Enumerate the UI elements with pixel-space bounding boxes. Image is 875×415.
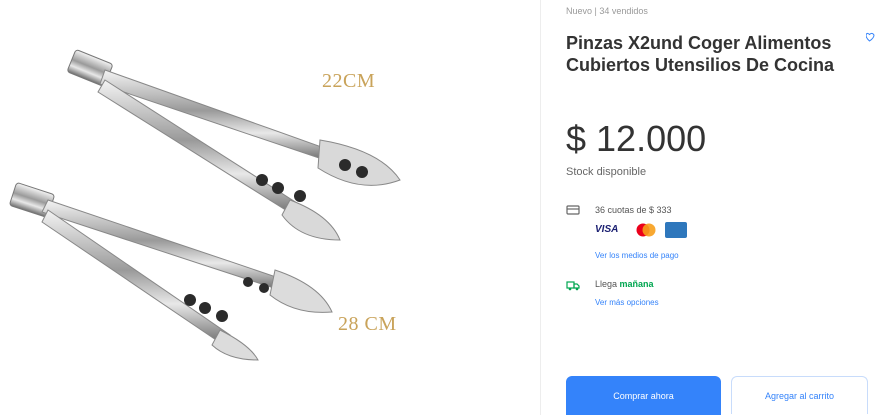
installments-text: 36 cuotas de $ 333 — [595, 205, 672, 215]
payment-methods-link[interactable]: Ver los medios de pago — [595, 251, 679, 260]
visa-logo: VISA — [595, 224, 619, 235]
product-price: $ 12.000 — [566, 118, 707, 159]
heart-icon[interactable] — [866, 32, 875, 44]
product-info-panel: Nuevo | 34 vendidos Pinzas X2und Coger A… — [566, 0, 868, 415]
buy-now-button[interactable]: Comprar ahora — [566, 376, 721, 415]
mastercard-logo — [636, 223, 656, 237]
arrival-prefix: Llega — [595, 279, 618, 289]
size-label-22cm: 22CM — [322, 70, 376, 92]
tongs-image — [9, 49, 401, 361]
add-to-cart-button[interactable]: Agregar al carrito — [731, 376, 868, 414]
stock-status: Stock disponible — [566, 166, 647, 178]
column-divider — [540, 0, 541, 415]
shipping-options-link[interactable]: Ver más opciones — [595, 298, 659, 307]
product-title: Pinzas X2und Coger Alimentos Cubiertos U… — [566, 33, 835, 75]
truck-icon — [566, 281, 580, 291]
arrival-info: Llega mañana — [595, 279, 654, 289]
arrival-day: mañana — [619, 279, 654, 289]
product-image[interactable]: 22CM 28 CM — [0, 0, 540, 415]
credit-card-icon — [566, 205, 580, 215]
amex-logo — [665, 222, 687, 238]
size-label-28cm: 28 CM — [338, 313, 397, 335]
condition-sold-count: Nuevo | 34 vendidos — [566, 6, 648, 16]
